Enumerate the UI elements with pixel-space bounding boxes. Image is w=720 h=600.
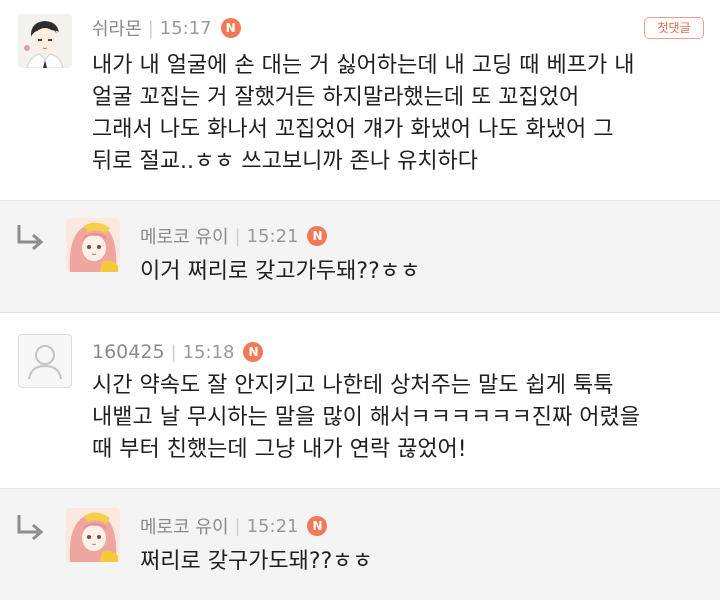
author-name[interactable]: 메로코 유이 bbox=[140, 513, 229, 539]
comment-meta: 메로코 유이 | 15:21 N bbox=[140, 513, 328, 539]
avatar-anime-girl-image bbox=[66, 218, 120, 272]
comment-meta: 메로코 유이 | 15:21 N bbox=[140, 223, 328, 249]
separator: | bbox=[147, 17, 154, 39]
comment-line: 때 부터 친했는데 그냥 내가 연락 끊었어! bbox=[92, 437, 467, 462]
comment-text: 내가 내 얼굴에 손 대는 거 싫어하는데 내 고딩 때 베프가 내 얼굴 꼬집… bbox=[92, 50, 634, 178]
default-user-icon[interactable] bbox=[18, 334, 72, 388]
avatar[interactable] bbox=[18, 14, 72, 68]
timestamp: 15:21 bbox=[246, 515, 299, 537]
comment-line: 그래서 나도 화나서 꼬집었어 걔가 화냈어 나도 화냈어 그 bbox=[92, 117, 614, 142]
comment-item: 쉬라몬 | 15:17 N 첫댓글 내가 내 얼굴에 손 대는 거 싫어하는데 … bbox=[0, 0, 720, 200]
author-name[interactable]: 160425 bbox=[92, 341, 165, 363]
reply-arrow-icon bbox=[14, 512, 46, 542]
first-comment-badge: 첫댓글 bbox=[644, 17, 704, 39]
new-badge: N bbox=[220, 18, 241, 38]
timestamp: 15:17 bbox=[159, 17, 212, 39]
comment-line: 뒤로 절교..ㅎㅎ 쓰고보니까 존나 유치하다 bbox=[92, 149, 479, 174]
avatar-anime-girl-image bbox=[66, 508, 120, 562]
author-name[interactable]: 쉬라몬 bbox=[92, 15, 142, 41]
avatar-anime-boy-image bbox=[18, 14, 72, 68]
new-badge: N bbox=[307, 226, 328, 246]
comment-line: 얼굴 꼬집는 거 잘했거든 하지말라했는데 또 꼬집었어 bbox=[92, 85, 580, 110]
comment-line: 시간 약속도 잘 안지키고 나한테 상처주는 말도 쉽게 툭툭 bbox=[92, 373, 614, 398]
separator: | bbox=[170, 341, 177, 363]
separator: | bbox=[234, 225, 241, 247]
comment-line: 내뱉고 날 무시하는 말을 많이 해서ㅋㅋㅋㅋㅋㅋ진짜 어렸을 bbox=[92, 405, 640, 430]
comment-text: 쩌리로 갖구가도돼??ㅎㅎ bbox=[140, 546, 373, 578]
comment-text: 이거 쩌리로 갖고가두돼??ㅎㅎ bbox=[140, 256, 420, 288]
avatar[interactable] bbox=[66, 218, 120, 272]
new-badge: N bbox=[307, 516, 328, 536]
avatar[interactable] bbox=[66, 508, 120, 562]
comment-meta: 쉬라몬 | 15:17 N bbox=[92, 16, 241, 40]
comment-line: 이거 쩌리로 갖고가두돼??ㅎㅎ bbox=[140, 259, 421, 284]
new-badge: N bbox=[243, 342, 264, 362]
timestamp: 15:18 bbox=[182, 341, 235, 363]
comment-line: 쩌리로 갖구가도돼??ㅎㅎ bbox=[140, 549, 373, 574]
author-name[interactable]: 메로코 유이 bbox=[140, 223, 229, 249]
reply-arrow-icon bbox=[14, 222, 46, 252]
timestamp: 15:21 bbox=[246, 225, 299, 247]
separator: | bbox=[234, 515, 241, 537]
comment-text: 시간 약속도 잘 안지키고 나한테 상처주는 말도 쉽게 툭툭 내뱉고 날 무시… bbox=[92, 370, 640, 466]
comment-line: 내가 내 얼굴에 손 대는 거 싫어하는데 내 고딩 때 베프가 내 bbox=[92, 53, 635, 78]
comment-meta: 160425 | 15:18 N bbox=[92, 340, 264, 364]
